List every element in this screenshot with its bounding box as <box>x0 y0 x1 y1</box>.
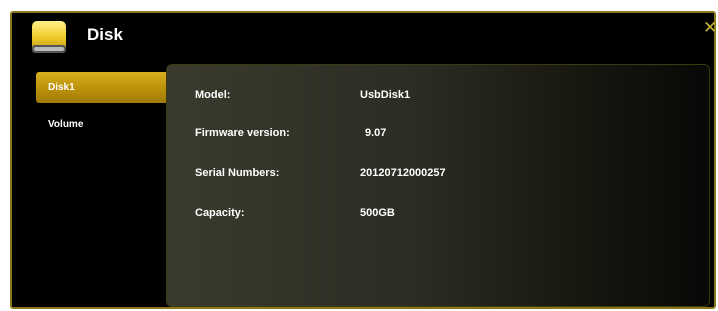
model-value: UsbDisk1 <box>360 89 411 101</box>
model-label: Model: <box>195 89 231 101</box>
sidebar-item-volume[interactable]: Volume <box>36 109 168 140</box>
sidebar-item-disk1[interactable]: Disk1 <box>36 72 168 103</box>
firmware-label: Firmware version: <box>195 127 290 139</box>
serial-value: 20120712000257 <box>360 167 446 179</box>
disk-info-panel: Model: UsbDisk1 Firmware version: 9.07 S… <box>166 64 710 307</box>
disk-window: Disk ✕ Disk1 Volume Model: UsbDisk1 Firm… <box>10 11 717 309</box>
window-title: Disk <box>87 25 123 44</box>
close-icon[interactable]: ✕ <box>703 19 717 37</box>
capacity-value: 500GB <box>360 207 395 219</box>
disk-icon <box>30 17 68 57</box>
serial-label: Serial Numbers: <box>195 167 280 179</box>
title-bar: Disk ✕ <box>12 13 717 59</box>
firmware-value: 9.07 <box>365 127 387 139</box>
capacity-label: Capacity: <box>195 207 245 219</box>
sidebar: Disk1 Volume <box>36 72 168 140</box>
